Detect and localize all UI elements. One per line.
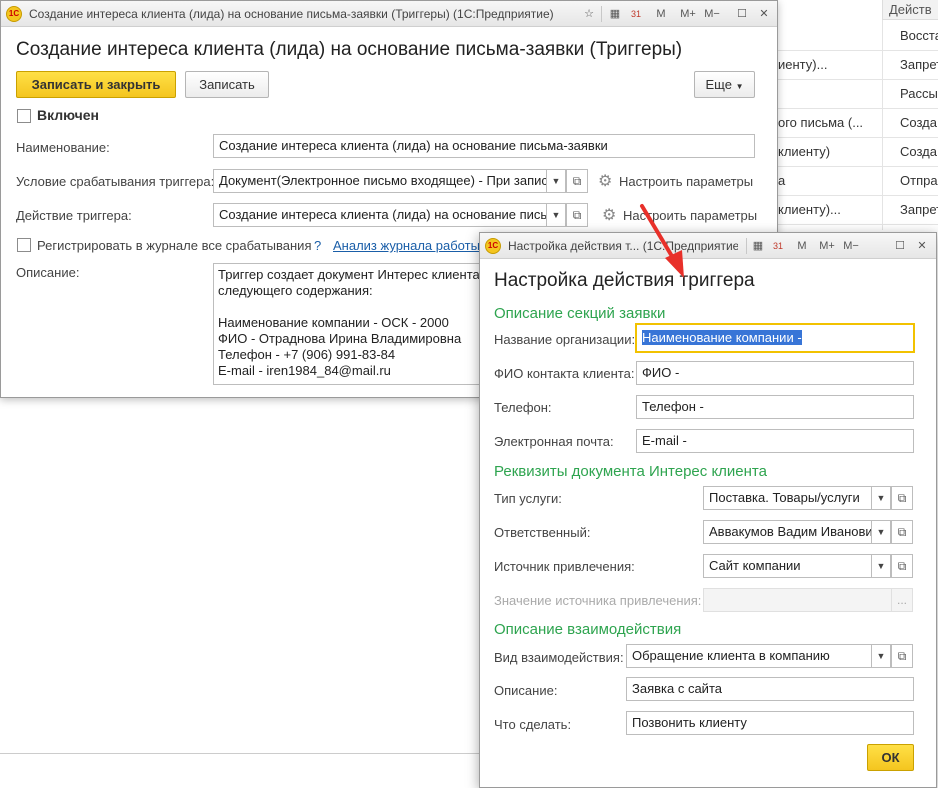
memory-plus-icon[interactable]: M+: [816, 238, 838, 254]
action-open-icon[interactable]: ⧉: [566, 203, 588, 227]
name-field[interactable]: Создание интереса клиента (лида) на осно…: [213, 134, 755, 158]
interaction-open-icon[interactable]: ⧉: [891, 644, 913, 668]
calendar-icon[interactable]: 31: [770, 238, 786, 254]
action-dropdown-icon[interactable]: ▼: [546, 203, 566, 227]
condition-field[interactable]: Документ(Электронное письмо входящее) - …: [213, 169, 547, 193]
toolbar-separator: [601, 6, 602, 22]
action-field[interactable]: Создание интереса клиента (лида) на осно…: [213, 203, 547, 227]
configure-action-link[interactable]: Настроить параметры: [623, 208, 757, 223]
gear-icon[interactable]: ⚙: [602, 205, 616, 225]
table-row[interactable]: ого письма (... Созда: [760, 109, 938, 138]
toolbar-separator: [746, 238, 747, 254]
table-row[interactable]: клиенту) Созда: [760, 138, 938, 167]
desc-field[interactable]: Заявка с сайта: [626, 677, 914, 701]
calendar-icon[interactable]: 31: [628, 6, 644, 22]
org-value: Наименование компании -: [642, 330, 802, 345]
service-dropdown-icon[interactable]: ▼: [871, 486, 891, 510]
name-label: Наименование:: [16, 140, 110, 155]
dialog-window-title: Настройка действия т... (1С:Предприятие): [508, 239, 738, 253]
desc-label: Описание:: [494, 683, 558, 698]
memory-minus-icon[interactable]: M−: [840, 238, 862, 254]
fio-field[interactable]: ФИО -: [636, 361, 914, 385]
todo-field[interactable]: Позвонить клиенту: [626, 711, 914, 735]
close-icon[interactable]: ✕: [756, 6, 772, 22]
window-title: Создание интереса клиента (лида) на осно…: [29, 7, 554, 21]
email-field[interactable]: E-mail -: [636, 429, 914, 453]
action-settings-dialog: 1С Настройка действия т... (1С:Предприят…: [479, 232, 937, 788]
calculator-icon[interactable]: ▦: [607, 6, 623, 22]
close-icon[interactable]: ✕: [914, 238, 930, 254]
maximize-icon[interactable]: ☐: [892, 238, 908, 254]
more-label: Еще: [705, 77, 732, 92]
table-row[interactable]: клиенту)... Запрет: [760, 196, 938, 225]
phone-label: Телефон:: [494, 400, 552, 415]
interaction-label: Вид взаимодействия:: [494, 650, 624, 665]
dialog-title: Настройка действия триггера: [494, 270, 755, 291]
email-label: Электронная почта:: [494, 434, 614, 449]
configure-condition-link[interactable]: Настроить параметры: [619, 174, 753, 189]
table-row[interactable]: иенту)... Запрет: [760, 51, 938, 80]
action-label: Действие триггера:: [16, 208, 132, 223]
background-list-header[interactable]: Действ: [882, 0, 938, 20]
more-button[interactable]: Еще ▼: [694, 71, 755, 98]
todo-label: Что сделать:: [494, 717, 572, 732]
source-value-label: Значение источника привлечения:: [494, 593, 702, 608]
table-row[interactable]: Рассы: [760, 80, 938, 109]
source-label: Источник привлечения:: [494, 559, 635, 574]
memory-plus-icon[interactable]: M+: [677, 6, 699, 22]
section-title: Описание взаимодействия: [494, 621, 682, 638]
responsible-dropdown-icon[interactable]: ▼: [871, 520, 891, 544]
responsible-field[interactable]: Аввакумов Вадим Иванови: [703, 520, 872, 544]
app-logo-icon: 1С: [485, 238, 501, 254]
fio-label: ФИО контакта клиента:: [494, 366, 635, 381]
source-field[interactable]: Сайт компании: [703, 554, 872, 578]
enabled-label: Включен: [37, 107, 99, 123]
responsible-label: Ответственный:: [494, 525, 591, 540]
org-field[interactable]: Наименование компании -: [635, 323, 915, 353]
favorite-icon[interactable]: ☆: [581, 6, 597, 22]
description-label: Описание:: [16, 265, 80, 280]
memory-icon[interactable]: M: [653, 6, 669, 22]
condition-dropdown-icon[interactable]: ▼: [546, 169, 566, 193]
memory-minus-icon[interactable]: M−: [701, 6, 723, 22]
section-title: Реквизиты документа Интерес клиента: [494, 463, 767, 480]
table-row[interactable]: а Отпра: [760, 167, 938, 196]
register-checkbox[interactable]: [17, 238, 31, 252]
source-open-icon[interactable]: ⧉: [891, 554, 913, 578]
source-value-field: [703, 588, 892, 612]
gear-icon[interactable]: ⚙: [598, 171, 612, 191]
service-field[interactable]: Поставка. Товары/услуги: [703, 486, 872, 510]
page-title: Создание интереса клиента (лида) на осно…: [16, 39, 683, 60]
journal-link[interactable]: Анализ журнала работы: [333, 238, 480, 253]
help-icon[interactable]: ?: [314, 238, 321, 253]
responsible-open-icon[interactable]: ⧉: [891, 520, 913, 544]
enabled-checkbox[interactable]: [17, 109, 31, 123]
dialog-titlebar[interactable]: 1С Настройка действия т... (1С:Предприят…: [480, 233, 936, 259]
save-close-button[interactable]: Записать и закрыть: [16, 71, 176, 98]
maximize-icon[interactable]: ☐: [734, 6, 750, 22]
app-logo-icon: 1С: [6, 6, 22, 22]
register-label: Регистрировать в журнале все срабатывани…: [37, 238, 312, 253]
interaction-field[interactable]: Обращение клиента в компанию: [626, 644, 872, 668]
table-row[interactable]: Восста: [760, 22, 938, 51]
phone-field[interactable]: Телефон -: [636, 395, 914, 419]
chevron-down-icon: ▼: [735, 82, 744, 91]
interaction-dropdown-icon[interactable]: ▼: [871, 644, 891, 668]
service-label: Тип услуги:: [494, 491, 562, 506]
condition-label: Условие срабатывания триггера:: [16, 174, 215, 189]
org-label: Название организации:: [494, 332, 636, 347]
condition-open-icon[interactable]: ⧉: [566, 169, 588, 193]
trigger-window-titlebar[interactable]: 1С Создание интереса клиента (лида) на о…: [1, 1, 777, 27]
background-list: Действ Восста иенту)... Запрет Рассы ого …: [760, 0, 938, 240]
save-button[interactable]: Записать: [185, 71, 269, 98]
calculator-icon[interactable]: ▦: [750, 238, 766, 254]
section-title: Описание секций заявки: [494, 305, 666, 322]
ok-button[interactable]: ОК: [867, 744, 914, 771]
source-value-select-button: ...: [891, 588, 913, 612]
background-divider: [0, 753, 480, 754]
memory-icon[interactable]: M: [794, 238, 810, 254]
service-open-icon[interactable]: ⧉: [891, 486, 913, 510]
source-dropdown-icon[interactable]: ▼: [871, 554, 891, 578]
